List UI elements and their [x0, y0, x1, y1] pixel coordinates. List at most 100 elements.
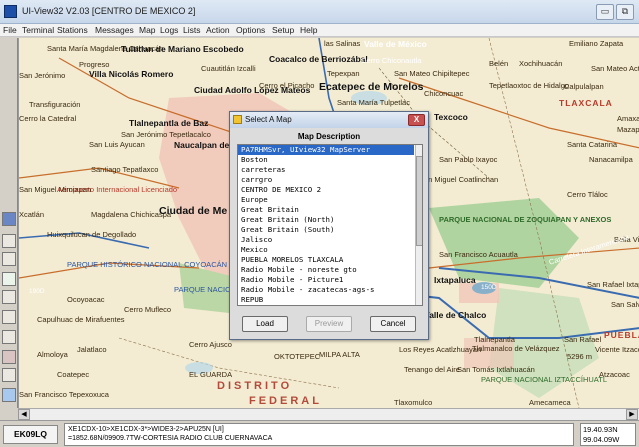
map-label: San Rafael [564, 335, 602, 344]
menu-help[interactable]: Help [300, 25, 317, 35]
arrow-right-button[interactable] [2, 252, 16, 266]
title-bar[interactable]: UI-View32 V2.03 [CENTRO DE MEXICO 2] ▭ ⧉ [0, 0, 639, 24]
map-list-item[interactable]: carreteras [238, 165, 414, 175]
map-label: las Salinas [324, 39, 361, 48]
scroll-right-button[interactable]: ▶ [626, 409, 638, 420]
window-button[interactable] [2, 290, 16, 304]
map-label: Tepexpan [327, 69, 360, 78]
map-label: Xcatlán [19, 210, 45, 219]
map-label: Tultitlan de Mariano Escobedo [121, 44, 244, 54]
map-label: PARQUE NACIONAL DE ZOQUIAPAN Y ANEXOS [439, 215, 612, 224]
map-label: Ciudad de Me [159, 205, 228, 217]
map-label: Tepetlaoxtoc de Hidalgo [489, 81, 570, 90]
menu-options[interactable]: Options [236, 25, 265, 35]
map-label: San Pablo Ixayoc [439, 155, 498, 164]
menu-terminal[interactable]: Terminal [22, 25, 54, 35]
map-list-item[interactable]: Great Britain [238, 205, 414, 215]
map-list-item[interactable]: Radio Mobile - zacatecas-ags-s [238, 285, 414, 295]
map-label: Ixtapaluca [434, 275, 476, 285]
map-label: Tlalmanalco de Velázquez [472, 344, 560, 353]
list-button[interactable] [2, 330, 16, 344]
status-bar: EK09LQ XE1CDX-10>XE1CDX-3*>WIDE3-2>APU25… [0, 420, 639, 447]
map-label: Villa Nicolás Romero [89, 69, 174, 79]
menu-map[interactable]: Map [139, 25, 156, 35]
map-label: Valle de México [364, 39, 427, 49]
map-label: Calpulalpan [564, 82, 604, 91]
map-list-item[interactable]: carrgro [238, 175, 414, 185]
map-list-item[interactable]: PA7RHMSvr, UIview32 MapServer [238, 145, 414, 155]
menu-stations[interactable]: Stations [57, 25, 88, 35]
map-label: Los Reyes Acatlzhuayan [399, 345, 482, 354]
map-label: Nanacamilpa [589, 155, 633, 164]
map-icon [233, 115, 242, 124]
map-list-item[interactable]: Boston [238, 155, 414, 165]
map-label: Cerro la Catedral [19, 114, 77, 123]
dialog-title-bar[interactable]: Select A Map [230, 112, 428, 128]
settings-button[interactable] [2, 388, 16, 402]
map-list-item[interactable]: Jalisco [238, 235, 414, 245]
map-list-item[interactable]: Great Britain (North) [238, 215, 414, 225]
map-list-item[interactable]: Radio Mobile - noreste gto [238, 265, 414, 275]
menu-bar: File Terminal Stations Messages Map Logs… [0, 24, 639, 37]
map-label: FEDERAL [249, 395, 322, 407]
message-button[interactable] [2, 350, 16, 364]
map-list-item[interactable]: PUEBLA MORELOS TLAXCALA [238, 255, 414, 265]
map-list-item[interactable]: Europe [238, 195, 414, 205]
menu-action[interactable]: Action [206, 25, 230, 35]
latitude: 19.40.93N [583, 425, 618, 434]
map-list-item[interactable]: CENTRO DE MEXICO 2 [238, 185, 414, 195]
map-label: Belén [489, 59, 509, 68]
map-label: Coacalco de Berriozábal [269, 54, 368, 64]
map-label: Cerro Chiconautla [361, 56, 422, 65]
load-button[interactable]: Load [242, 316, 288, 332]
minimize-button[interactable]: ▭ [596, 4, 614, 20]
map-label: Transfiguración [29, 100, 81, 109]
map-list-item[interactable]: Mexico [238, 245, 414, 255]
menu-lists[interactable]: Lists [183, 25, 200, 35]
list-scrollbar[interactable] [415, 145, 422, 305]
map-label: Ecatepec de Morelos [319, 81, 424, 93]
map-label: San Miguel Mimiapan [19, 185, 92, 194]
menu-setup[interactable]: Setup [272, 25, 294, 35]
menu-file[interactable]: File [3, 25, 17, 35]
flag-button[interactable] [2, 368, 16, 382]
zoom-map-button[interactable] [2, 212, 16, 226]
window-title: UI-View32 V2.03 [CENTRO DE MEXICO 2] [22, 6, 196, 16]
map-list-item[interactable]: REPUB [238, 295, 414, 305]
map-label: San Salvador el Verde [611, 300, 639, 309]
close-button[interactable]: X [408, 114, 425, 126]
map-label: San Miguel Coatlinchan [419, 175, 499, 184]
map-label: PUEBLA [604, 330, 639, 340]
map-label: Santiago Tepatlaxco [91, 165, 159, 174]
callsign-box: EK09LQ [3, 425, 58, 444]
map-label: TLAXCALA [559, 98, 613, 108]
menu-logs[interactable]: Logs [160, 25, 178, 35]
packet-line-2: =1852.68N/09909.7TW-CORTESIA RADIO CLUB … [68, 435, 273, 442]
map-list[interactable]: PA7RHMSvr, UIview32 MapServer Boston car… [237, 144, 423, 306]
arrow-up-button[interactable] [2, 272, 16, 286]
map-label: Progreso [79, 60, 110, 69]
scroll-left-button[interactable]: ◀ [18, 409, 30, 420]
save-button[interactable] [2, 310, 16, 324]
map-list-item[interactable]: Great Britain (South) [238, 225, 414, 235]
restore-button[interactable]: ⧉ [616, 4, 634, 20]
coordinate-readout: 19.40.93N 99.04.09W [580, 423, 636, 446]
highway-shield: 190D [29, 288, 45, 295]
app-window: UI-View32 V2.03 [CENTRO DE MEXICO 2] ▭ ⧉… [0, 0, 639, 447]
scroll-thumb[interactable] [416, 156, 422, 246]
map-label: Santa Catarina [567, 140, 618, 149]
map-label: DISTRITO [217, 380, 293, 392]
map-horizontal-scrollbar[interactable]: ◀ ▶ [18, 408, 639, 420]
map-label: San Luis Ayucan [89, 140, 145, 149]
map-label: Xochihuacán [519, 59, 563, 68]
map-label: Cerro el Picacho [259, 81, 315, 90]
cancel-button[interactable]: Cancel [370, 316, 416, 332]
menu-messages[interactable]: Messages [95, 25, 134, 35]
arrow-left-button[interactable] [2, 234, 16, 248]
map-label: San Jerónimo [19, 71, 66, 80]
map-label: Valle de Chalco [424, 310, 487, 320]
preview-button[interactable]: Preview [306, 316, 352, 332]
map-list-item[interactable]: Radio Mobile - Picture1 [238, 275, 414, 285]
map-label: Ocoyoacac [67, 295, 105, 304]
map-label: Tlalnepantla [474, 335, 515, 344]
